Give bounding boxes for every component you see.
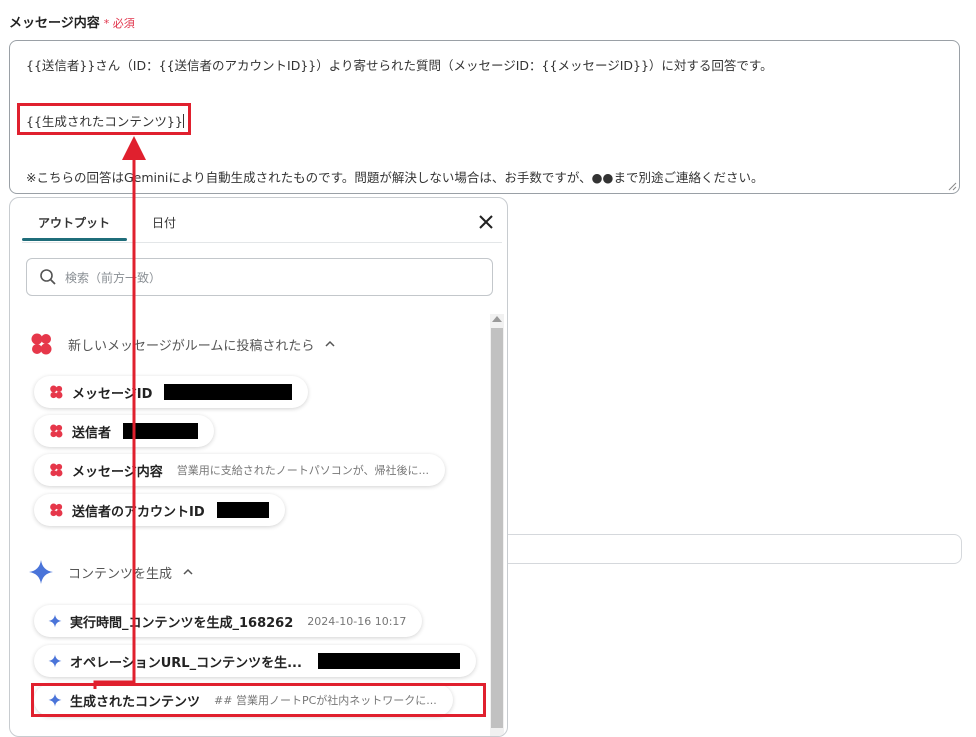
chatwork-logo-icon <box>50 424 63 438</box>
chatwork-logo-icon <box>31 333 52 355</box>
search-input[interactable] <box>63 267 467 289</box>
chip-name: 送信者 <box>72 425 112 441</box>
output-chip-message-id[interactable]: メッセージID <box>34 376 309 408</box>
chevron-up-icon[interactable] <box>182 566 194 578</box>
chatwork-logo-icon <box>50 463 63 477</box>
section-title: 新しいメッセージがルームに投稿されたら <box>68 338 315 354</box>
redacted-value <box>317 653 460 669</box>
output-selector-panel: アウトプット 日付 新しいメッセージがルームに投稿されたら <box>9 197 508 737</box>
gemini-sparkle-icon <box>48 614 62 628</box>
tab-date[interactable]: 日付 <box>152 214 176 231</box>
search-icon <box>40 269 56 285</box>
section-title: コンテンツを生成 <box>68 566 173 582</box>
chip-name: オペレーションURL_コンテンツを生... <box>70 655 302 671</box>
section-chatwork-trigger[interactable]: 新しいメッセージがルームに投稿されたら <box>28 331 336 357</box>
redacted-value <box>123 423 199 439</box>
message-line-3: ※こちらの回答はGeminiにより自動生成されたものです。問題が解決しない場合は… <box>26 170 764 185</box>
output-chip-sender-account-id[interactable]: 送信者のアカウントID <box>34 494 285 526</box>
chip-name: メッセージID <box>72 386 153 402</box>
scrollbar[interactable] <box>490 314 504 736</box>
resize-handle-icon[interactable] <box>947 181 957 191</box>
chip-value: 営業用に支給されたノートパソコンが、帰社後に... <box>176 464 430 477</box>
chatwork-logo-icon <box>50 503 63 517</box>
chevron-up-icon[interactable] <box>324 338 336 350</box>
chip-name: 実行時間_コンテンツを生成_168262 <box>70 615 294 631</box>
highlight-chip-box <box>31 683 486 717</box>
search-box <box>26 258 493 296</box>
chatwork-logo-icon <box>50 385 63 399</box>
gemini-sparkle-icon <box>29 560 53 584</box>
required-badge: * 必須 <box>104 17 135 30</box>
message-line-1: {{送信者}}さん（ID：{{送信者のアカウントID}}）より寄せられた質問（メ… <box>26 58 773 73</box>
output-chip-sender[interactable]: 送信者 <box>34 415 215 447</box>
active-tab-indicator <box>22 238 127 241</box>
tab-output[interactable]: アウトプット <box>38 214 110 231</box>
close-icon[interactable] <box>476 212 496 232</box>
highlight-variable-box <box>17 103 191 135</box>
required-mark: * <box>103 17 110 30</box>
required-text: 必須 <box>112 17 135 30</box>
scrollbar-thumb[interactable] <box>491 328 503 728</box>
scroll-up-arrow-icon[interactable] <box>492 316 502 322</box>
output-chip-message-content[interactable]: メッセージ内容 営業用に支給されたノートパソコンが、帰社後に... <box>34 454 446 486</box>
chip-name: 送信者のアカウントID <box>72 504 205 520</box>
section-gemini-generate[interactable]: コンテンツを生成 <box>28 559 194 585</box>
redacted-value <box>164 384 293 400</box>
output-chip-operation-url[interactable]: オペレーションURL_コンテンツを生... <box>34 645 476 677</box>
gemini-sparkle-icon <box>48 654 62 668</box>
panel-tabs: アウトプット 日付 <box>22 198 502 243</box>
background-input-field[interactable] <box>500 534 962 564</box>
field-label: メッセージ内容 * 必須 <box>9 12 135 31</box>
chip-value: 2024-10-16 10:17 <box>307 614 407 628</box>
redacted-value <box>216 502 269 518</box>
chip-name: メッセージ内容 <box>72 464 163 480</box>
output-chip-execution-time[interactable]: 実行時間_コンテンツを生成_168262 2024-10-16 10:17 <box>34 605 423 637</box>
field-label-text: メッセージ内容 <box>9 16 100 31</box>
